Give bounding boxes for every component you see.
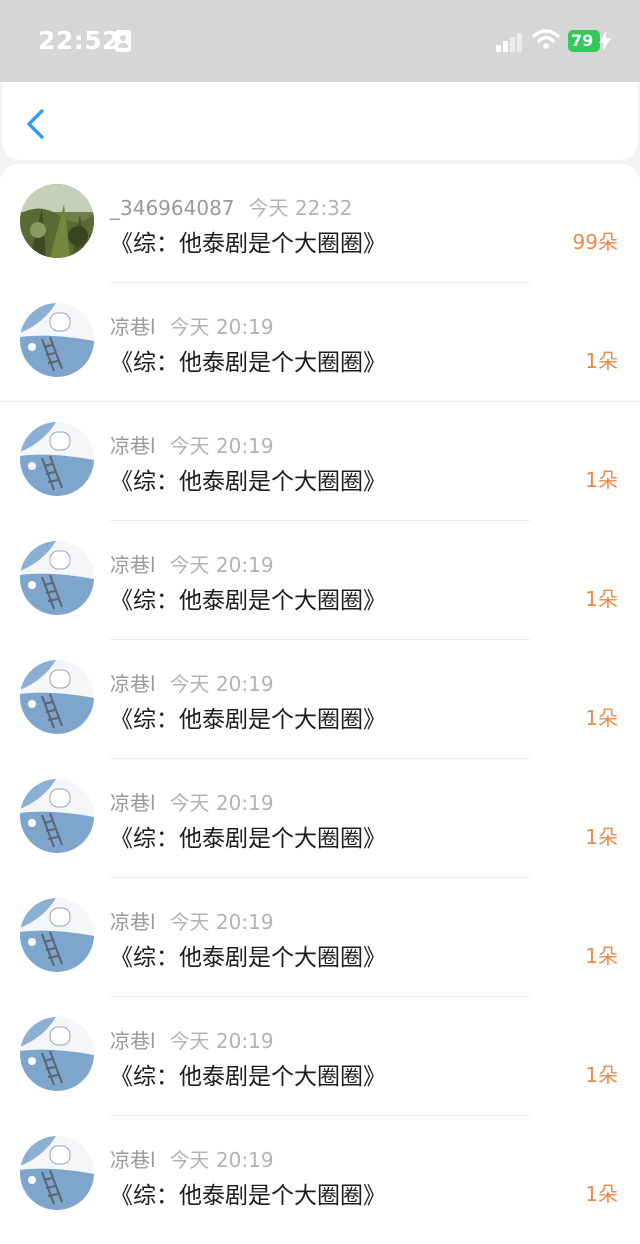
flower-count: 1朵 — [585, 944, 618, 968]
nav-bar — [2, 82, 638, 160]
timestamp: 今天 20:19 — [169, 1148, 274, 1172]
list-item[interactable]: 凉巷l 今天 20:19 《综：他泰剧是个大圈圈》 1朵 — [0, 759, 640, 878]
sender-name: 凉巷l — [110, 315, 156, 339]
book-title: 《综：他泰剧是个大圈圈》 — [110, 1183, 386, 1209]
timestamp: 今天 22:32 — [248, 196, 353, 220]
timestamp: 今天 20:19 — [169, 672, 274, 696]
flower-count: 1朵 — [585, 349, 618, 373]
avatar[interactable] — [20, 184, 94, 258]
avatar[interactable] — [20, 303, 94, 377]
cellular-signal-icon — [496, 30, 524, 52]
avatar[interactable] — [20, 422, 94, 496]
sender-name: _346964087 — [110, 196, 235, 220]
avatar[interactable] — [20, 1136, 94, 1210]
timestamp: 今天 20:19 — [169, 910, 274, 934]
list-item[interactable]: 凉巷l 今天 20:19 《综：他泰剧是个大圈圈》 1朵 — [0, 878, 640, 997]
avatar[interactable] — [20, 660, 94, 734]
book-title: 《综：他泰剧是个大圈圈》 — [110, 231, 386, 257]
sender-name: 凉巷l — [110, 1029, 156, 1053]
book-title: 《综：他泰剧是个大圈圈》 — [110, 826, 386, 852]
book-title: 《综：他泰剧是个大圈圈》 — [110, 350, 386, 376]
status-time: 22:52 — [38, 26, 121, 55]
flower-count: 1朵 — [585, 587, 618, 611]
flower-count: 1朵 — [585, 1182, 618, 1206]
chevron-left-icon[interactable] — [24, 108, 48, 140]
timestamp: 今天 20:19 — [169, 434, 274, 458]
contact-card-icon — [115, 30, 131, 52]
list-item[interactable]: 凉巷l 今天 20:19 《综：他泰剧是个大圈圈》 1朵 — [0, 402, 640, 521]
book-title: 《综：他泰剧是个大圈圈》 — [110, 707, 386, 733]
sender-name: 凉巷l — [110, 1148, 156, 1172]
list-item[interactable]: 凉巷l 今天 20:19 《综：他泰剧是个大圈圈》 1朵 — [0, 283, 640, 402]
flower-count: 1朵 — [585, 825, 618, 849]
sender-name: 凉巷l — [110, 672, 156, 696]
timestamp: 今天 20:19 — [169, 791, 274, 815]
book-title: 《综：他泰剧是个大圈圈》 — [110, 945, 386, 971]
sender-name: 凉巷l — [110, 553, 156, 577]
avatar[interactable] — [20, 779, 94, 853]
avatar[interactable] — [20, 1017, 94, 1091]
list-item[interactable]: 凉巷l 今天 20:19 《综：他泰剧是个大圈圈》 1朵 — [0, 1116, 640, 1235]
book-title: 《综：他泰剧是个大圈圈》 — [110, 1064, 386, 1090]
list-item[interactable]: _346964087 今天 22:32 《综：他泰剧是个大圈圈》 99朵 — [0, 164, 640, 283]
flower-count: 1朵 — [585, 706, 618, 730]
flower-count: 99朵 — [572, 230, 618, 254]
book-title: 《综：他泰剧是个大圈圈》 — [110, 469, 386, 495]
list-item[interactable]: 凉巷l 今天 20:19 《综：他泰剧是个大圈圈》 1朵 — [0, 997, 640, 1116]
list-item[interactable]: 凉巷l 今天 20:19 《综：他泰剧是个大圈圈》 1朵 — [0, 640, 640, 759]
timestamp: 今天 20:19 — [169, 1029, 274, 1053]
book-title: 《综：他泰剧是个大圈圈》 — [110, 588, 386, 614]
sender-name: 凉巷l — [110, 910, 156, 934]
gift-list: _346964087 今天 22:32 《综：他泰剧是个大圈圈》 99朵 凉巷l 今… — [0, 164, 640, 1244]
timestamp: 今天 20:19 — [169, 553, 274, 577]
avatar[interactable] — [20, 541, 94, 615]
battery-charging-icon — [599, 31, 611, 51]
sender-name: 凉巷l — [110, 434, 156, 458]
battery-indicator: 79 — [568, 30, 600, 52]
status-bar: 22:52 79 — [0, 0, 640, 82]
flower-count: 1朵 — [585, 468, 618, 492]
timestamp: 今天 20:19 — [169, 315, 274, 339]
flower-count: 1朵 — [585, 1063, 618, 1087]
avatar[interactable] — [20, 898, 94, 972]
wifi-icon — [532, 29, 560, 49]
sender-name: 凉巷l — [110, 791, 156, 815]
list-item[interactable]: 凉巷l 今天 20:19 《综：他泰剧是个大圈圈》 1朵 — [0, 521, 640, 640]
